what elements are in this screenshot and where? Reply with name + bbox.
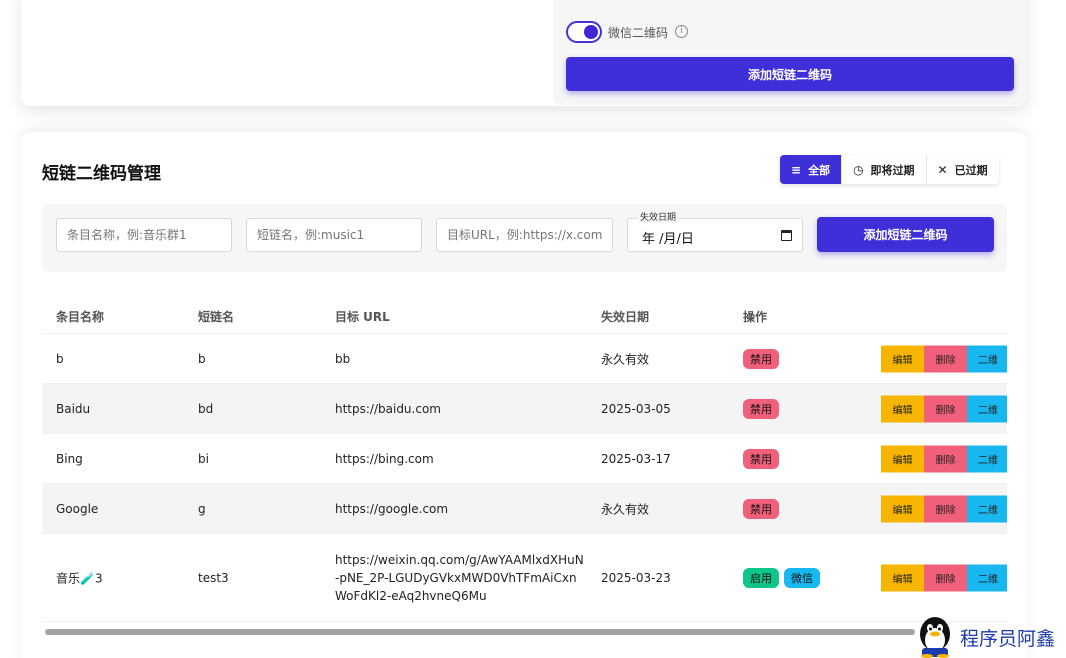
cell-short: bi: [198, 451, 209, 466]
cell-url: https://bing.com: [335, 451, 434, 466]
header-url: 目标 URL: [335, 310, 390, 324]
expire-date-input[interactable]: 失效日期 年 /月/日: [627, 210, 803, 252]
cell-name: Google: [56, 501, 99, 516]
cell-short: b: [198, 351, 206, 366]
row-actions: 编辑 删除 二维: [881, 345, 1007, 372]
watermark-text: 程序员阿鑫: [960, 628, 1056, 650]
delete-button[interactable]: 删除: [924, 445, 967, 472]
delete-button[interactable]: 删除: [924, 395, 967, 422]
status-badge[interactable]: 禁用: [743, 348, 779, 369]
row-actions: 编辑 删除 二维: [881, 445, 1007, 472]
cell-url: https://weixin.qq.com/g/AwYAAMlxdXHuN-pN…: [335, 552, 584, 603]
filter-label: 即将过期: [870, 163, 915, 177]
edit-button[interactable]: 编辑: [881, 564, 924, 591]
cell-short: g: [198, 501, 206, 516]
header-short: 短链名: [198, 310, 235, 324]
cell-status: 启用 微信: [743, 567, 825, 588]
qr-button[interactable]: 二维: [967, 345, 1007, 372]
filter-expired-button[interactable]: ✕ 已过期: [927, 155, 999, 184]
main-card: 短链二维码管理 ≡ 全部 ◷ 即将过期 ✕ 已过期 失效日期 年 /月/日 添加…: [21, 132, 1027, 658]
add-form: 失效日期 年 /月/日 添加短链二维码: [42, 204, 1007, 272]
qr-button[interactable]: 二维: [967, 564, 1007, 591]
delete-button[interactable]: 删除: [924, 564, 967, 591]
top-card: 微信二维码 i 添加短链二维码: [21, 0, 1027, 106]
table-row: Google g https://google.com 永久有效 禁用 编辑 删…: [42, 484, 1007, 534]
cell-expire: 永久有效: [601, 352, 650, 366]
wechat-qr-panel: 微信二维码 i 添加短链二维码: [553, 0, 1027, 105]
status-badge[interactable]: 启用: [743, 567, 779, 588]
wechat-qr-toggle[interactable]: [566, 21, 602, 43]
status-badge[interactable]: 禁用: [743, 498, 779, 519]
qr-table: 条目名称 短链名 目标 URL 失效日期 操作 b b bb 永久有效 禁用 编…: [42, 294, 1007, 622]
edit-button[interactable]: 编辑: [881, 345, 924, 372]
table-row: b b bb 永久有效 禁用 编辑 删除 二维: [42, 334, 1007, 384]
cell-short: test3: [198, 570, 229, 585]
penguin-icon: [920, 617, 950, 658]
clock-icon: ◷: [853, 162, 864, 177]
cell-expire: 永久有效: [601, 502, 650, 516]
filter-all-button[interactable]: ≡ 全部: [780, 155, 843, 184]
delete-button[interactable]: 删除: [924, 345, 967, 372]
row-actions: 编辑 删除 二维: [881, 395, 1007, 422]
status-badge[interactable]: 禁用: [743, 448, 779, 469]
date-legend: 失效日期: [637, 210, 680, 223]
target-url-input[interactable]: [436, 218, 613, 252]
page-title: 短链二维码管理: [42, 164, 161, 184]
filter-label: 全部: [808, 163, 831, 177]
filter-label: 已过期: [954, 163, 988, 177]
cell-status: 禁用: [743, 498, 784, 519]
wechat-badge: 微信: [784, 567, 820, 588]
info-icon[interactable]: i: [675, 25, 688, 38]
form-add-qr-button[interactable]: 添加短链二维码: [817, 217, 994, 252]
status-badge[interactable]: 禁用: [743, 398, 779, 419]
cell-short: bd: [198, 401, 214, 416]
qr-button[interactable]: 二维: [967, 445, 1007, 472]
cell-name: 音乐🧪3: [56, 571, 103, 585]
filter-group: ≡ 全部 ◷ 即将过期 ✕ 已过期: [780, 155, 999, 184]
table-row: 音乐🧪3 test3 https://weixin.qq.com/g/AwYAA…: [42, 534, 1007, 622]
short-name-input[interactable]: [246, 218, 422, 252]
date-value: 年 /月/日: [642, 232, 694, 247]
close-icon: ✕: [937, 162, 948, 177]
edit-button[interactable]: 编辑: [881, 395, 924, 422]
cell-expire: 2025-03-17: [601, 451, 671, 466]
toggle-label: 微信二维码: [608, 26, 669, 40]
cell-name: Bing: [56, 451, 83, 466]
horizontal-scrollbar[interactable]: [45, 629, 915, 635]
cell-name: b: [56, 351, 64, 366]
list-icon: ≡: [791, 162, 802, 177]
cell-url: https://google.com: [335, 501, 449, 516]
cell-status: 禁用: [743, 398, 784, 419]
table-row: Bing bi https://bing.com 2025-03-17 禁用 编…: [42, 434, 1007, 484]
cell-status: 禁用: [743, 348, 784, 369]
cell-name: Baidu: [56, 401, 91, 416]
delete-button[interactable]: 删除: [924, 495, 967, 522]
edit-button[interactable]: 编辑: [881, 445, 924, 472]
table-header: 条目名称 短链名 目标 URL 失效日期 操作: [42, 294, 1007, 334]
header-expire: 失效日期: [601, 310, 650, 324]
top-add-qr-button[interactable]: 添加短链二维码: [566, 57, 1014, 91]
cell-url: https://baidu.com: [335, 401, 441, 416]
row-actions: 编辑 删除 二维: [881, 495, 1007, 522]
qr-button[interactable]: 二维: [967, 495, 1007, 522]
table-row: Baidu bd https://baidu.com 2025-03-05 禁用…: [42, 384, 1007, 434]
qr-button[interactable]: 二维: [967, 395, 1007, 422]
name-input[interactable]: [56, 218, 232, 252]
edit-button[interactable]: 编辑: [881, 495, 924, 522]
row-actions: 编辑 删除 二维: [881, 564, 1007, 591]
cell-status: 禁用: [743, 448, 784, 469]
header-name: 条目名称: [56, 310, 105, 324]
filter-expiring-button[interactable]: ◷ 即将过期: [842, 155, 927, 184]
cell-expire: 2025-03-23: [601, 570, 671, 585]
toggle-knob: [584, 25, 598, 39]
cell-expire: 2025-03-05: [601, 401, 671, 416]
header-actions: 操作: [743, 310, 768, 324]
calendar-icon[interactable]: [781, 230, 792, 241]
watermark: 程序员阿鑫: [914, 614, 1064, 658]
cell-url: bb: [335, 351, 351, 366]
